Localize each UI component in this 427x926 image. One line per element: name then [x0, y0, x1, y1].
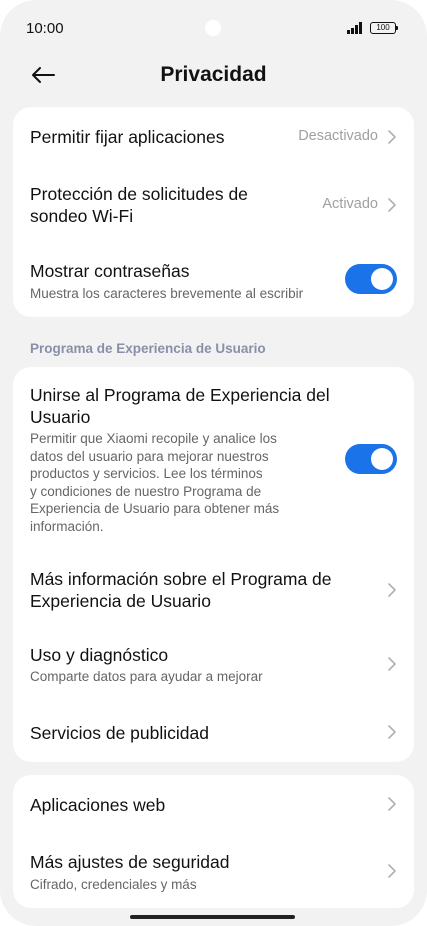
row-subtitle: Muestra los caracteres brevemente al esc… — [30, 286, 304, 301]
row-pin-apps[interactable]: Permitir fijar aplicaciones Desactivado — [13, 107, 414, 167]
row-more-security-settings[interactable]: Más ajustes de seguridad Cifrado, creden… — [13, 843, 414, 903]
row-desc-line: Permitir que Xiaomi recopile y analice l… — [30, 431, 277, 446]
row-desc-line: Experiencia de Usuario para obtener más — [30, 501, 280, 516]
chevron-right-icon — [388, 583, 396, 597]
home-indicator[interactable] — [130, 915, 295, 919]
row-desc-line: productos y servicios. Lee los términos — [30, 466, 263, 481]
row-desc-line: información. — [30, 518, 104, 534]
row-title: Servicios de publicidad — [30, 723, 209, 743]
row-desc-line: y condiciones de nuestro Programa de — [30, 483, 262, 499]
row-title: Uso y diagnóstico — [30, 645, 169, 665]
camera-cutout — [205, 20, 221, 36]
chevron-right-icon — [388, 130, 396, 144]
chevron-right-icon — [388, 725, 396, 739]
row-title: Más ajustes de seguridad — [30, 852, 230, 872]
status-bar: 10:00 100 — [0, 0, 427, 56]
section-label: Programa de Experiencia de Usuario — [30, 341, 266, 356]
signal-icon — [347, 22, 365, 34]
row-ad-services[interactable]: Servicios de publicidad — [13, 707, 414, 757]
show-passwords-toggle[interactable] — [345, 264, 397, 294]
chevron-right-icon — [388, 797, 396, 811]
chevron-right-icon — [388, 198, 396, 212]
status-time: 10:00 — [26, 20, 64, 37]
row-title: Mostrar contraseñas — [30, 261, 190, 281]
row-title-line1: Unirse al Programa de Experiencia del — [30, 385, 330, 405]
row-title: Permitir fijar aplicaciones — [30, 127, 225, 147]
row-title-line2: Usuario — [30, 407, 91, 427]
row-subtitle: Comparte datos para ayudar a mejorar — [30, 669, 263, 684]
row-wifi-probe-protection[interactable]: Protección de solicitudes de sondeo Wi-F… — [13, 171, 414, 231]
row-subtitle: Cifrado, credenciales y más — [30, 877, 197, 892]
row-value: Activado — [322, 196, 378, 212]
chevron-right-icon — [388, 657, 396, 671]
row-join-program: Unirse al Programa de Experiencia del Us… — [13, 367, 414, 547]
join-program-toggle[interactable] — [345, 444, 397, 474]
row-title: Aplicaciones web — [30, 795, 166, 815]
row-title-line1: Más información sobre el Programa de — [30, 569, 332, 589]
settings-card-more: Aplicaciones web Más ajustes de segurida… — [13, 775, 414, 908]
row-title-line2: sondeo Wi-Fi — [30, 206, 134, 226]
page-title: Privacidad — [160, 63, 267, 86]
battery-icon: 100 — [370, 22, 398, 34]
row-more-info-program[interactable]: Más información sobre el Programa de Exp… — [13, 562, 414, 622]
row-title-line1: Protección de solicitudes de — [30, 184, 248, 204]
settings-card-user-experience: Unirse al Programa de Experiencia del Us… — [13, 367, 414, 762]
row-web-apps[interactable]: Aplicaciones web — [13, 775, 414, 835]
header: Privacidad — [0, 52, 427, 98]
chevron-right-icon — [388, 864, 396, 878]
row-value: Desactivado — [298, 128, 378, 144]
row-title-line2: Experiencia de Usuario — [30, 591, 211, 611]
row-desc-line: datos del usuario para mejorar nuestros — [30, 448, 269, 464]
settings-card-general: Permitir fijar aplicaciones Desactivado … — [13, 107, 414, 317]
phone-screen: 10:00 100 Privacidad Permitir fijar apli… — [0, 0, 427, 926]
row-show-passwords: Mostrar contraseñas Muestra los caracter… — [13, 247, 414, 307]
row-usage-diagnostics[interactable]: Uso y diagnóstico Comparte datos para ay… — [13, 637, 414, 697]
